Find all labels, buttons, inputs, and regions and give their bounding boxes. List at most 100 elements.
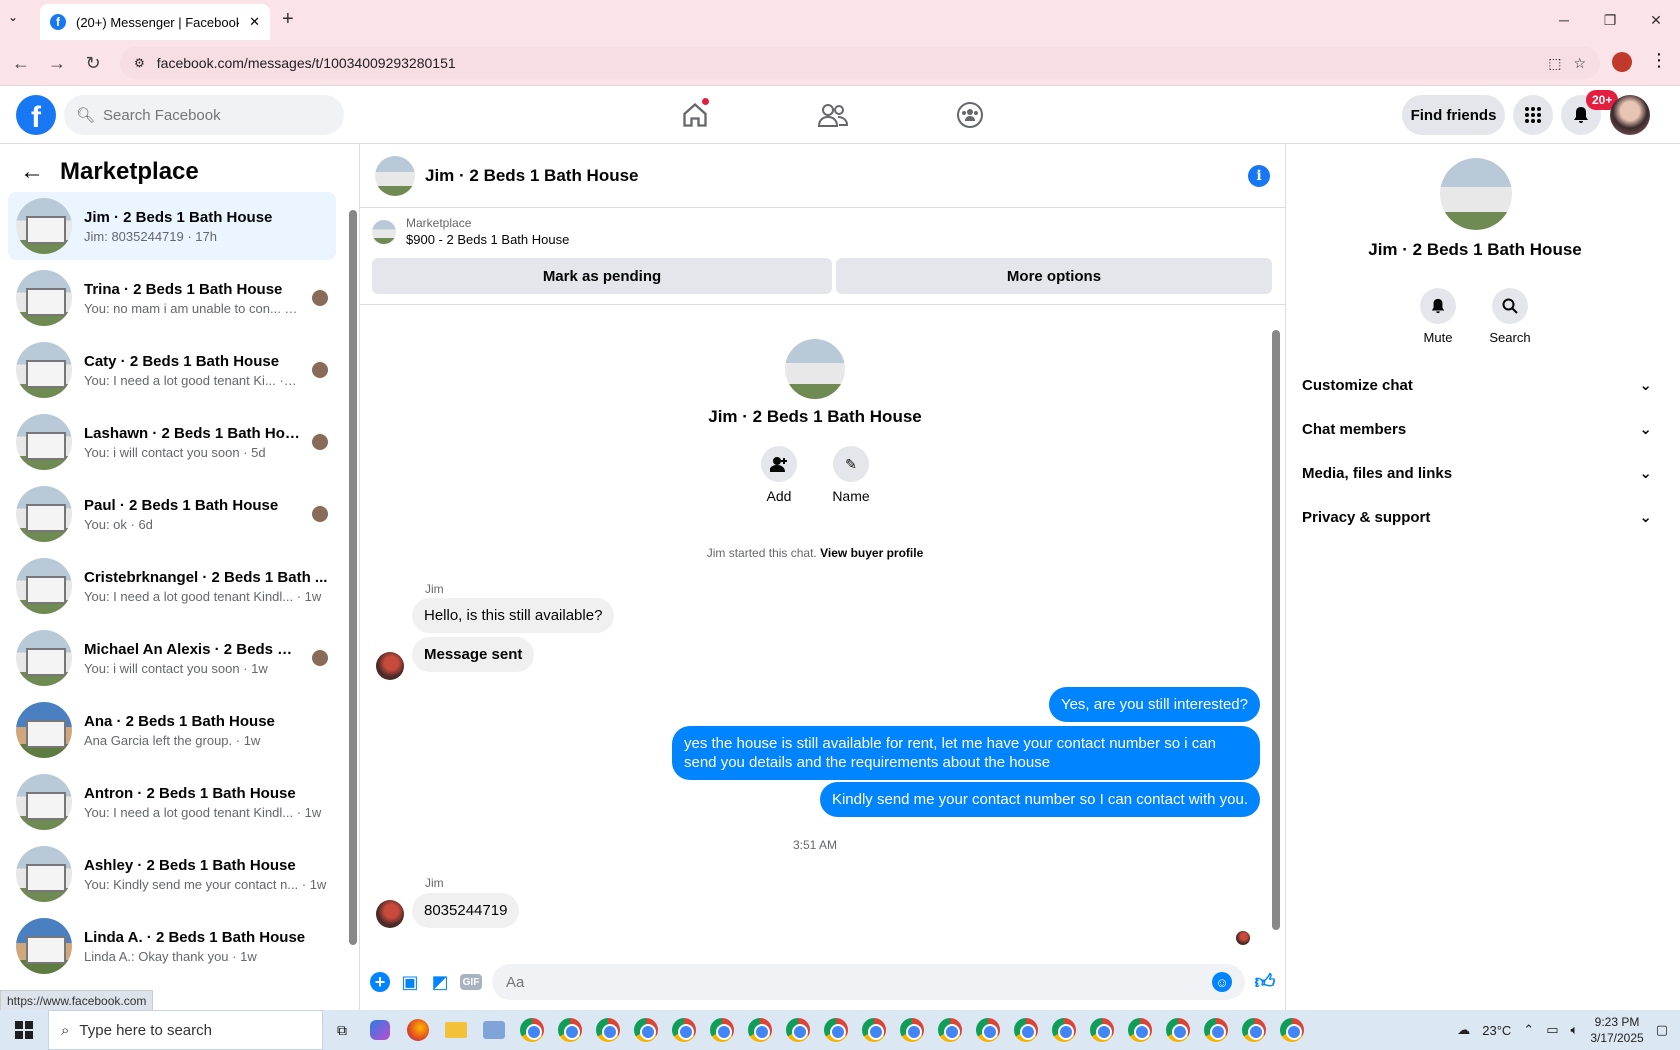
chrome-window-icon[interactable]: [1007, 1010, 1045, 1050]
chrome-window-icon[interactable]: [589, 1010, 627, 1050]
task-view-icon[interactable]: ⧉: [323, 1010, 361, 1050]
facebook-logo-icon[interactable]: f: [16, 95, 56, 135]
firefox-icon[interactable]: [399, 1010, 437, 1050]
conversation-item[interactable]: Michael An Alexis · 2 Beds 1 B... You: i …: [8, 624, 336, 692]
outgoing-message[interactable]: Yes, are you still interested?: [1048, 687, 1260, 722]
emoji-icon[interactable]: ☺: [1212, 972, 1232, 992]
chrome-menu-icon[interactable]: ⋮: [1650, 50, 1668, 71]
media-files-links-section[interactable]: Media, files and links ⌄: [1302, 453, 1652, 493]
incoming-message[interactable]: 8035244719: [412, 893, 520, 928]
mark-as-pending-button[interactable]: Mark as pending: [372, 258, 832, 294]
temperature[interactable]: 23°C: [1482, 1023, 1511, 1038]
browser-tab[interactable]: f (20+) Messenger | Facebook ✕: [40, 4, 270, 40]
notification-center-icon[interactable]: ▢: [1656, 1022, 1668, 1038]
chrome-window-icon[interactable]: [627, 1010, 665, 1050]
view-buyer-profile-link[interactable]: View buyer profile: [820, 546, 923, 560]
chrome-window-icon[interactable]: [1197, 1010, 1235, 1050]
chrome-window-icon[interactable]: [1235, 1010, 1273, 1050]
chevron-up-icon[interactable]: ⌃: [1523, 1022, 1534, 1038]
chat-members-section[interactable]: Chat members ⌄: [1302, 409, 1652, 449]
find-friends-button[interactable]: Find friends: [1402, 95, 1505, 135]
outgoing-message[interactable]: Kindly send me your contact number so I …: [819, 782, 1260, 817]
install-icon[interactable]: ⬚: [1548, 55, 1561, 72]
chrome-window-icon[interactable]: [741, 1010, 779, 1050]
clock[interactable]: 9:23 PM 3/17/2025: [1590, 1014, 1643, 1046]
incoming-message[interactable]: Hello, is this still available?: [412, 598, 615, 633]
chrome-window-icon[interactable]: [779, 1010, 817, 1050]
facebook-search[interactable]: 🔍︎: [64, 95, 344, 135]
back-arrow-icon[interactable]: ←: [20, 158, 44, 186]
chrome-window-icon[interactable]: [893, 1010, 931, 1050]
chrome-window-icon[interactable]: [1121, 1010, 1159, 1050]
close-tab-icon[interactable]: ✕: [249, 14, 260, 30]
search-in-chat-button[interactable]: Search: [1475, 288, 1545, 345]
info-icon[interactable]: i: [1248, 164, 1270, 187]
network-icon[interactable]: ▭: [1546, 1022, 1558, 1038]
conversation-item[interactable]: Cristebrknangel · 2 Beds 1 Bath ... You: …: [8, 552, 336, 620]
conversations-scrollbar[interactable]: [349, 210, 357, 945]
groups-icon[interactable]: [950, 98, 990, 132]
conversation-item[interactable]: Linda A. · 2 Beds 1 Bath House Linda A.: …: [8, 912, 336, 980]
back-icon[interactable]: ←: [6, 48, 36, 78]
chat-scrollbar[interactable]: [1272, 330, 1280, 930]
customize-chat-section[interactable]: Customize chat ⌄: [1302, 365, 1652, 405]
restore-icon[interactable]: ❐: [1588, 6, 1632, 34]
conversation-item[interactable]: Lashawn · 2 Beds 1 Bath House You: i will…: [8, 408, 336, 476]
edit-name-button[interactable]: ✎ Name: [821, 446, 881, 504]
chrome-window-icon[interactable]: [703, 1010, 741, 1050]
conversation-item[interactable]: Trina · 2 Beds 1 Bath House You: no mam i…: [8, 264, 336, 332]
sender-avatar[interactable]: [376, 652, 404, 680]
message-input[interactable]: [492, 964, 1245, 1000]
chrome-window-icon[interactable]: [1045, 1010, 1083, 1050]
thumbs-up-icon[interactable]: 👍︎: [1255, 971, 1276, 993]
more-options-button[interactable]: More options: [836, 258, 1272, 294]
weather-icon[interactable]: ☁: [1457, 1022, 1470, 1038]
chrome-window-icon[interactable]: [969, 1010, 1007, 1050]
bookmark-star-icon[interactable]: ☆: [1573, 55, 1586, 72]
account-avatar[interactable]: [1610, 95, 1650, 135]
incoming-message[interactable]: Message sent: [412, 637, 535, 672]
chrome-window-icon[interactable]: [665, 1010, 703, 1050]
chrome-window-icon[interactable]: [817, 1010, 855, 1050]
listing-bar[interactable]: Marketplace $900 - 2 Beds 1 Bath House: [372, 216, 569, 247]
gif-icon[interactable]: GIF: [460, 974, 482, 990]
plus-icon[interactable]: +: [370, 972, 390, 992]
copilot-icon[interactable]: [361, 1010, 399, 1050]
conversation-item[interactable]: Ashley · 2 Beds 1 Bath House You: Kindly …: [8, 840, 336, 908]
conversation-item[interactable]: Jim · 2 Beds 1 Bath House Jim: 8035244719…: [8, 192, 336, 260]
add-people-button[interactable]: Add: [749, 446, 809, 504]
mute-button[interactable]: Mute: [1403, 288, 1473, 345]
forward-icon[interactable]: →: [42, 48, 72, 78]
file-explorer-icon[interactable]: [437, 1010, 475, 1050]
facebook-search-input[interactable]: [103, 106, 324, 124]
chrome-window-icon[interactable]: [855, 1010, 893, 1050]
volume-icon[interactable]: 🔈︎: [1571, 1022, 1579, 1038]
chrome-window-icon[interactable]: [1159, 1010, 1197, 1050]
friends-icon[interactable]: [813, 98, 853, 132]
profile-icon[interactable]: [1612, 52, 1632, 72]
chrome-window-icon[interactable]: [551, 1010, 589, 1050]
home-icon[interactable]: [675, 98, 715, 132]
site-info-icon[interactable]: ⚙: [134, 56, 145, 70]
conversation-item[interactable]: Paul · 2 Beds 1 Bath House You: ok · 6d: [8, 480, 336, 548]
tab-search-icon[interactable]: ⌄: [8, 10, 18, 24]
menu-grid-icon[interactable]: [1513, 95, 1553, 135]
chrome-window-icon[interactable]: [1083, 1010, 1121, 1050]
new-tab-icon[interactable]: +: [282, 8, 294, 31]
reload-icon[interactable]: ↻: [78, 48, 108, 78]
sender-avatar[interactable]: [376, 900, 404, 928]
sticker-icon[interactable]: ◩: [430, 972, 450, 992]
conversation-item[interactable]: Caty · 2 Beds 1 Bath House You: I need a …: [8, 336, 336, 404]
paint-icon[interactable]: [475, 1010, 513, 1050]
chrome-window-icon[interactable]: [1273, 1010, 1311, 1050]
close-window-icon[interactable]: ✕: [1634, 6, 1678, 34]
chrome-window-icon[interactable]: [931, 1010, 969, 1050]
chat-profile-avatar[interactable]: [785, 339, 845, 399]
windows-start-icon[interactable]: [0, 1010, 48, 1050]
photo-icon[interactable]: ▣: [400, 972, 420, 992]
minimize-icon[interactable]: ─: [1542, 6, 1586, 34]
chat-avatar[interactable]: [375, 155, 415, 196]
conversation-item[interactable]: Ana · 2 Beds 1 Bath House Ana Garcia left…: [8, 696, 336, 764]
conversation-item[interactable]: Antron · 2 Beds 1 Bath House You: I need …: [8, 768, 336, 836]
privacy-support-section[interactable]: Privacy & support ⌄: [1302, 497, 1652, 537]
